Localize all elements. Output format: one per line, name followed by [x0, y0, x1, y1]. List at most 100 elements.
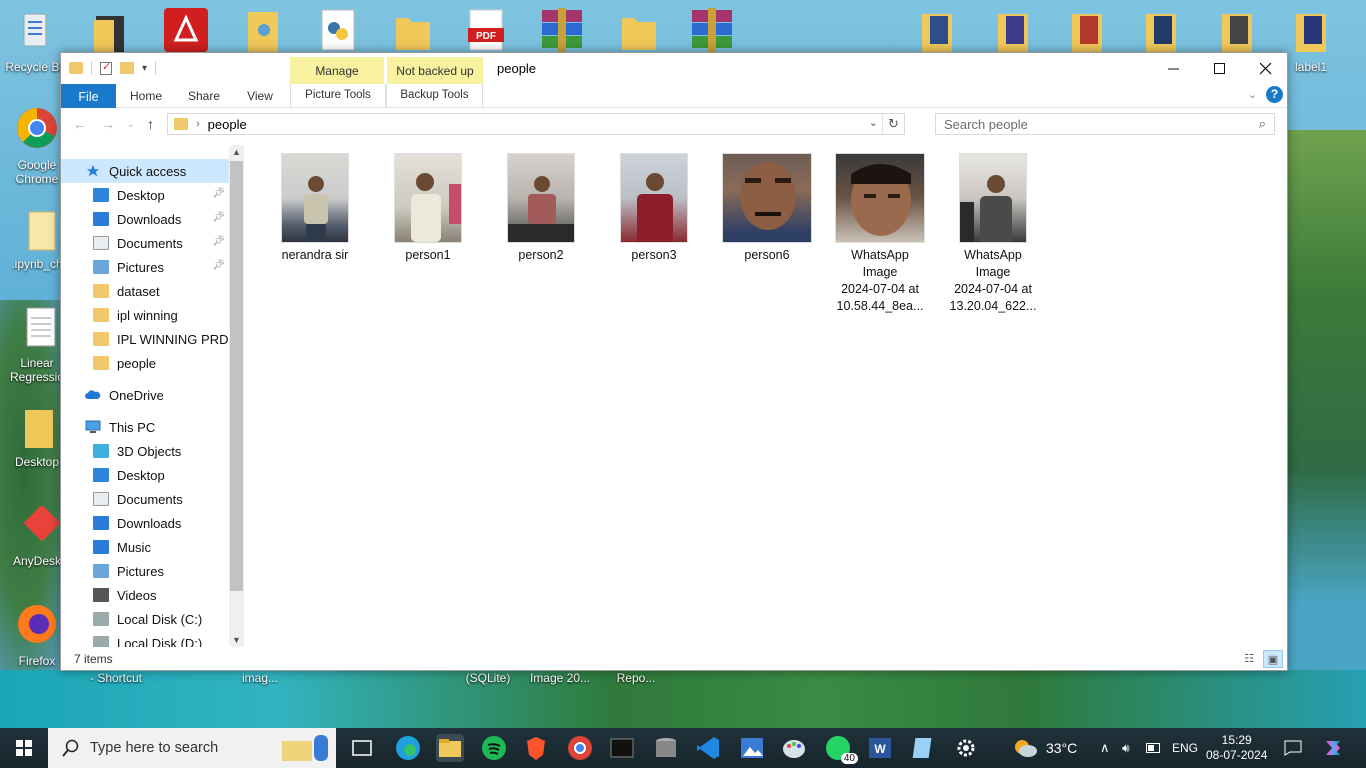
- scroll-thumb[interactable]: [230, 161, 243, 591]
- word-icon[interactable]: W: [866, 734, 894, 762]
- file-item[interactable]: person2: [490, 153, 592, 264]
- file-item[interactable]: person1: [377, 153, 479, 264]
- python-file-icon[interactable]: [318, 8, 360, 52]
- clock[interactable]: 15:29 08-07-2024: [1206, 728, 1267, 768]
- folder-icon[interactable]: [618, 8, 660, 52]
- nav-item[interactable]: Local Disk (D:): [61, 631, 229, 647]
- brave-icon[interactable]: [522, 734, 550, 762]
- show-hidden-icons[interactable]: ∧: [1100, 728, 1110, 768]
- scroll-down-icon[interactable]: ▼: [229, 635, 244, 645]
- volume-icon[interactable]: 🔊︎: [1122, 728, 1130, 768]
- not-backed-up-context-tab[interactable]: Not backed up: [387, 57, 483, 84]
- acrobat-icon[interactable]: [164, 8, 208, 52]
- image-folder-icon[interactable]: [1218, 8, 1260, 52]
- address-bar[interactable]: › people ⌄ ↻: [167, 113, 905, 135]
- expand-ribbon-icon[interactable]: ⌄: [1248, 88, 1257, 101]
- nav-item[interactable]: Videos: [61, 583, 229, 607]
- minimize-button[interactable]: [1151, 53, 1197, 84]
- settings-icon[interactable]: [952, 734, 980, 762]
- pdf-icon[interactable]: PDF: [466, 8, 508, 52]
- tab-file[interactable]: File: [61, 84, 116, 108]
- recycle-bin-icon[interactable]: [14, 8, 56, 52]
- task-view-icon[interactable]: [348, 734, 376, 762]
- forward-button[interactable]: →: [101, 116, 115, 132]
- nav-item[interactable]: Desktop 📌︎: [61, 183, 229, 207]
- breadcrumb-chevron-icon[interactable]: ›: [196, 118, 200, 130]
- image-folder-icon[interactable]: [1292, 8, 1334, 52]
- nav-item[interactable]: Pictures 📌︎: [61, 255, 229, 279]
- scroll-up-icon[interactable]: ▲: [229, 147, 244, 157]
- nav-quick-access[interactable]: Quick access: [61, 159, 229, 183]
- breadcrumb-people[interactable]: people: [208, 117, 247, 132]
- nav-item[interactable]: Local Disk (C:): [61, 607, 229, 631]
- nav-item[interactable]: ipl winning: [61, 303, 229, 327]
- file-item[interactable]: person6: [716, 153, 818, 264]
- tab-picture-tools[interactable]: Picture Tools: [290, 84, 386, 108]
- edge-icon[interactable]: [394, 734, 422, 762]
- maximize-button[interactable]: [1197, 53, 1243, 84]
- start-button[interactable]: [0, 728, 48, 768]
- back-button[interactable]: ←: [73, 116, 87, 132]
- large-icons-view-icon[interactable]: ▣: [1263, 650, 1283, 668]
- manage-context-tab[interactable]: Manage: [290, 57, 384, 84]
- pin-icon[interactable]: 📌︎: [212, 260, 225, 271]
- notifications-icon[interactable]: [1284, 728, 1302, 768]
- tab-home[interactable]: Home: [125, 84, 167, 108]
- photos-icon[interactable]: [738, 734, 766, 762]
- nav-item[interactable]: Pictures: [61, 559, 229, 583]
- file-item[interactable]: nerandra sir: [264, 153, 366, 264]
- whatsapp-icon[interactable]: 40: [824, 734, 858, 764]
- copilot-icon[interactable]: [1322, 728, 1344, 768]
- file-item[interactable]: person3: [603, 153, 705, 264]
- nav-item[interactable]: 3D Objects: [61, 439, 229, 463]
- nav-item[interactable]: people: [61, 351, 229, 375]
- tab-view[interactable]: View: [241, 84, 279, 108]
- nav-item[interactable]: Downloads: [61, 511, 229, 535]
- properties-icon[interactable]: [100, 60, 112, 75]
- nav-this-pc[interactable]: This PC: [61, 415, 229, 439]
- pin-icon[interactable]: 📌︎: [212, 212, 225, 223]
- file-explorer-taskbar-icon[interactable]: [436, 734, 464, 762]
- notepad-icon[interactable]: [910, 734, 938, 762]
- weather-widget[interactable]: 33°C: [1012, 728, 1077, 768]
- details-view-icon[interactable]: ☷: [1239, 650, 1259, 668]
- winrar-icon[interactable]: [688, 8, 732, 52]
- image-folder-icon[interactable]: [1142, 8, 1184, 52]
- nav-item[interactable]: Documents 📌︎: [61, 231, 229, 255]
- search-input[interactable]: Search people ⌕: [935, 113, 1275, 135]
- file-item[interactable]: WhatsApp Image 2024-07-04 at 10.58.44_8e…: [829, 153, 931, 315]
- spotify-icon[interactable]: [480, 734, 508, 762]
- winrar-icon[interactable]: [538, 8, 582, 52]
- nav-item[interactable]: Documents: [61, 487, 229, 511]
- address-dropdown-icon[interactable]: ⌄: [869, 116, 878, 129]
- file-item[interactable]: WhatsApp Image 2024-07-04 at 13.20.04_62…: [942, 153, 1044, 315]
- up-button[interactable]: ↑: [147, 116, 154, 132]
- database-icon[interactable]: [652, 734, 680, 762]
- chrome-taskbar-icon[interactable]: [566, 734, 594, 762]
- image-folder-icon[interactable]: [994, 8, 1036, 52]
- nav-item[interactable]: dataset: [61, 279, 229, 303]
- recent-locations-icon[interactable]: ⌄: [127, 119, 135, 130]
- folder-icon[interactable]: [392, 8, 434, 52]
- language-indicator[interactable]: ENG: [1172, 728, 1198, 768]
- paint-icon[interactable]: [780, 734, 808, 762]
- tab-share[interactable]: Share: [183, 84, 225, 108]
- nav-item[interactable]: Downloads 📌︎: [61, 207, 229, 231]
- folder-icon[interactable]: [92, 8, 134, 52]
- nav-item[interactable]: Desktop: [61, 463, 229, 487]
- nav-onedrive[interactable]: OneDrive: [61, 383, 229, 407]
- nav-item[interactable]: IPL WINNING PRDIC: [61, 327, 241, 351]
- taskbar-search-input[interactable]: Type here to search: [48, 728, 336, 768]
- customize-qat-icon[interactable]: ▾: [142, 63, 147, 74]
- terminal-icon[interactable]: [608, 734, 636, 762]
- image-folder-icon[interactable]: [1068, 8, 1110, 52]
- battery-icon[interactable]: [1146, 728, 1162, 768]
- refresh-icon[interactable]: ↻: [882, 114, 904, 134]
- new-folder-icon[interactable]: [120, 62, 134, 74]
- nav-item[interactable]: Music: [61, 535, 229, 559]
- pin-icon[interactable]: 📌︎: [212, 188, 225, 199]
- pin-icon[interactable]: 📌︎: [212, 236, 225, 247]
- help-icon[interactable]: ?: [1266, 86, 1283, 103]
- vscode-icon[interactable]: [694, 734, 722, 762]
- image-folder-icon[interactable]: [918, 8, 960, 52]
